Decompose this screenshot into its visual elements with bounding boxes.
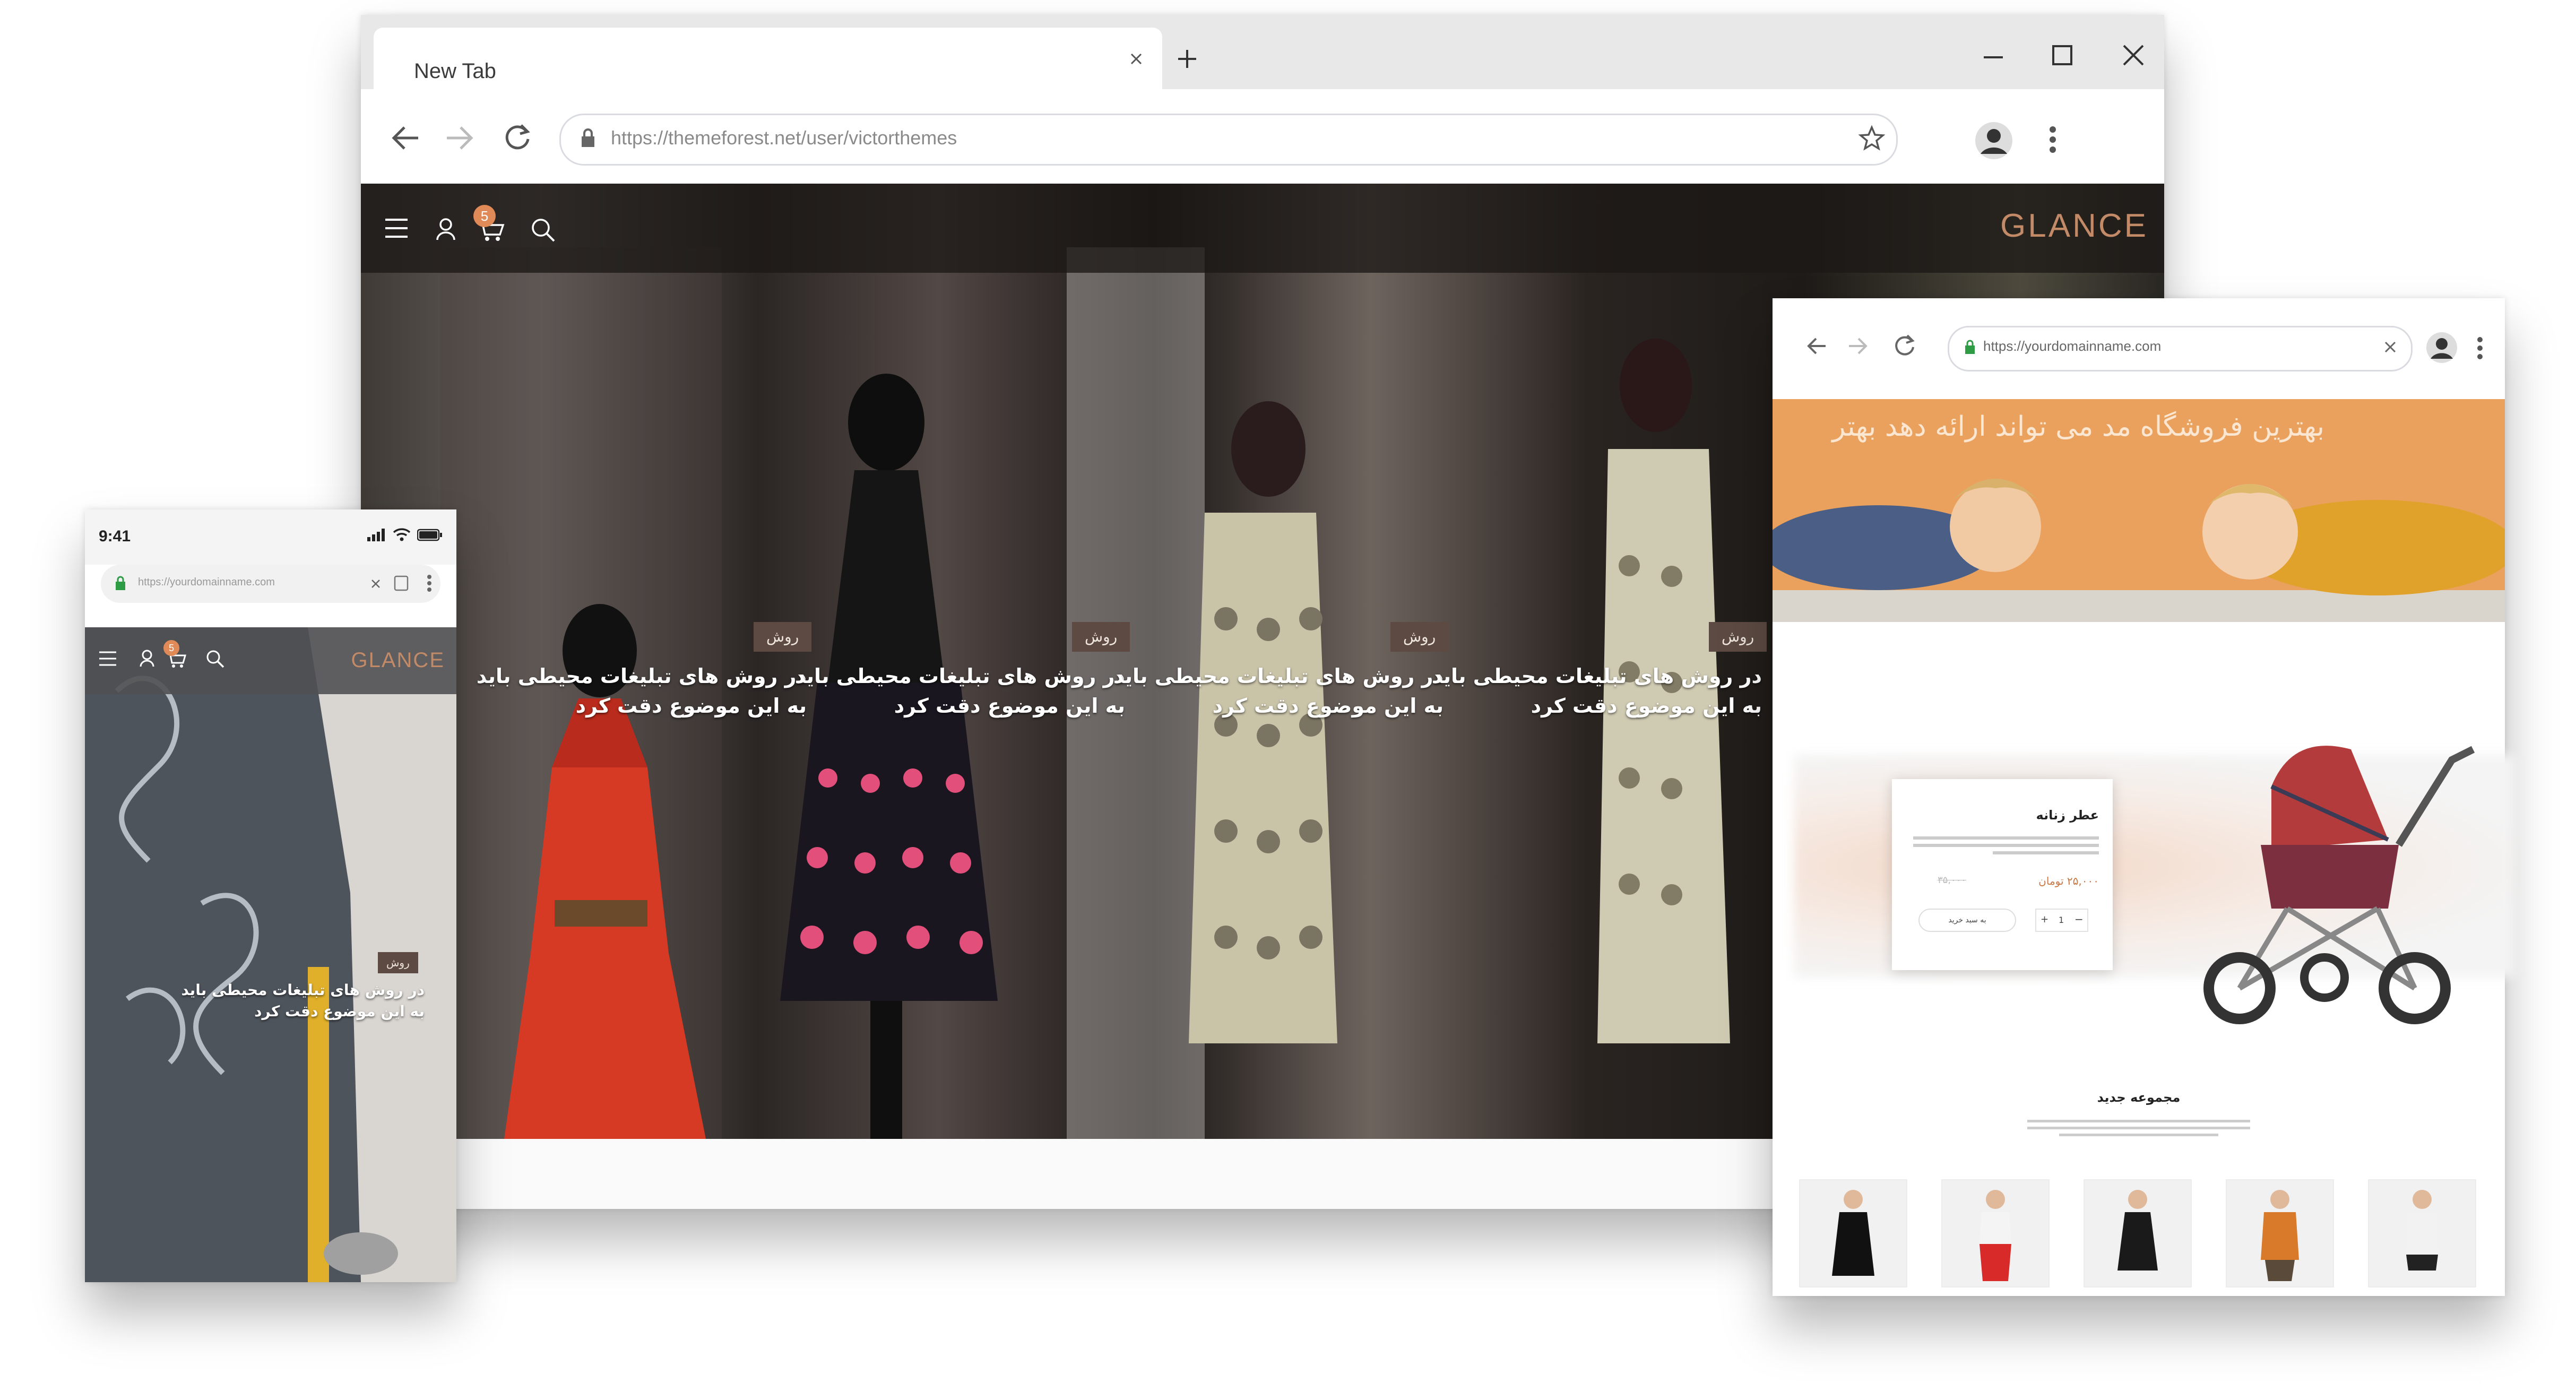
forward-icon[interactable] <box>1847 335 1870 357</box>
product-thumbnail[interactable] <box>1799 1179 1907 1287</box>
panel-4-tag[interactable]: روش <box>1709 622 1767 652</box>
address-bar[interactable]: https://themeforest.net/user/victortheme… <box>559 114 1898 166</box>
quantity-value: 1 <box>2059 915 2064 925</box>
panel-2-tag[interactable]: روش <box>1072 622 1130 652</box>
reload-icon[interactable] <box>502 122 533 153</box>
add-to-cart-button[interactable]: به سبد خرید <box>1918 909 2016 932</box>
caption-line: در روش های تبلیغات محیطی باید <box>476 664 807 688</box>
browser-menu-icon[interactable] <box>2476 336 2484 360</box>
profile-avatar-icon[interactable] <box>2425 331 2458 364</box>
caption-line: به این موضوع دقت کرد <box>1212 694 1443 718</box>
product-price: ۲۵,۰۰۰ تومان <box>2038 875 2099 887</box>
minus-icon[interactable]: − <box>2074 913 2084 926</box>
tab-strip: New Tab <box>361 15 2164 89</box>
caption-line: در روش های تبلیغات محیطی باید <box>1431 664 1762 688</box>
promo-banner[interactable]: بهترین فروشگاه مد می تواند ارائه دهد بهت… <box>1773 399 2505 622</box>
hamburger-menu-icon[interactable] <box>99 651 117 667</box>
product-old-price: ۳۵,۰۰۰ <box>1938 875 1967 886</box>
banner-headline: بهترین فروشگاه مد می تواند ارائه دهد بهت… <box>1832 411 2324 443</box>
new-tab-icon[interactable] <box>1174 46 1200 72</box>
browser-toolbar: https://themeforest.net/user/victortheme… <box>361 89 2164 185</box>
product-description <box>1913 832 2099 859</box>
lock-icon <box>115 575 126 591</box>
reload-icon[interactable] <box>1892 333 1917 358</box>
product-title[interactable]: عطر زنانه <box>2036 808 2099 823</box>
product-thumbnail[interactable] <box>2226 1179 2334 1287</box>
back-icon[interactable] <box>390 123 421 153</box>
mobile-caption-tag[interactable]: روش <box>378 952 418 973</box>
tab-title: New Tab <box>414 59 496 83</box>
quantity-stepper[interactable]: + 1 − <box>2035 909 2088 932</box>
user-icon[interactable] <box>139 650 155 668</box>
clear-url-icon[interactable] <box>370 578 381 589</box>
plus-icon[interactable]: + <box>2041 914 2048 925</box>
mobile-device: 9:41 https://yourdomainname.com 5 GLANCE… <box>85 509 456 1282</box>
panel-1-tag[interactable]: روش <box>754 622 812 652</box>
wifi-icon <box>393 528 411 541</box>
user-icon[interactable] <box>435 218 456 241</box>
browser-toolbar: https://yourdomainname.com <box>1773 298 2505 400</box>
close-window-icon[interactable] <box>2121 42 2146 68</box>
mobile-caption[interactable]: در روش های تبلیغات محیطی باید به این موض… <box>127 980 425 1022</box>
close-tab-icon[interactable] <box>1127 50 1145 68</box>
signal-icon <box>367 529 386 541</box>
mobile-url-text: https://yourdomainname.com <box>138 576 275 588</box>
site-logo[interactable]: GLANCE <box>351 649 445 672</box>
product-thumbnail[interactable] <box>2368 1179 2476 1287</box>
caption-line: به این موضوع دقت کرد <box>894 694 1125 718</box>
panel-3-tag[interactable]: روش <box>1390 622 1449 652</box>
tabs-icon[interactable] <box>394 575 409 591</box>
lock-icon <box>1964 339 1976 355</box>
status-time: 9:41 <box>99 528 131 545</box>
url-text: https://themeforest.net/user/victortheme… <box>611 127 957 149</box>
bookmark-star-icon[interactable] <box>1858 125 1886 152</box>
site-logo[interactable]: GLANCE <box>2000 207 2148 245</box>
caption-line: در روش های تبلیغات محیطی باید <box>1113 664 1443 688</box>
panel-4-caption[interactable]: در روش های تبلیغات محیطی باید به این موض… <box>1401 661 1762 721</box>
panel-3-caption[interactable]: در روش های تبلیغات محیطی باید به این موض… <box>1083 661 1443 721</box>
panel-1-caption[interactable]: در روش های تبلیغات محیطی باید به این موض… <box>446 661 807 721</box>
panel-2-caption[interactable]: در روش های تبلیغات محیطی باید به این موض… <box>764 661 1125 721</box>
url-text: https://yourdomainname.com <box>1983 338 2162 354</box>
product-thumbnail[interactable] <box>2084 1179 2192 1287</box>
caption-line: در روش های تبلیغات محیطی باید <box>181 981 425 999</box>
hamburger-menu-icon[interactable] <box>384 218 409 239</box>
caption-line: به این موضوع دقت کرد <box>254 1003 425 1020</box>
product-card[interactable]: عطر زنانه ۲۵,۰۰۰ تومان ۳۵,۰۰۰ به سبد خری… <box>1892 779 2113 970</box>
address-bar[interactable]: https://yourdomainname.com <box>1948 326 2413 371</box>
mobile-menu-icon[interactable] <box>427 574 432 592</box>
caption-line: به این موضوع دقت کرد <box>575 694 807 718</box>
profile-avatar-icon[interactable] <box>1974 121 2013 160</box>
secondary-browser-window: https://yourdomainname.com بهترین فروشگا… <box>1773 298 2516 1296</box>
maximize-icon[interactable] <box>2051 44 2074 67</box>
search-icon[interactable] <box>205 649 225 669</box>
minimize-icon[interactable] <box>1982 46 2005 69</box>
product-thumbnail[interactable] <box>1941 1179 2050 1287</box>
caption-line: به این موضوع دقت کرد <box>1531 694 1762 718</box>
section-description <box>2027 1116 2250 1140</box>
mobile-viewport: 5 GLANCE روش در روش های تبلیغات محیطی با… <box>85 627 456 1282</box>
cart-count-badge: 5 <box>473 205 496 227</box>
cart-count-badge: 5 <box>163 640 179 656</box>
caption-line: در روش های تبلیغات محیطی باید <box>794 664 1125 688</box>
back-icon[interactable] <box>1804 335 1828 357</box>
browser-menu-icon[interactable] <box>2048 125 2057 154</box>
section-title: مجموعه جدید <box>2097 1090 2181 1105</box>
search-icon[interactable] <box>530 217 556 243</box>
featured-product-section: عطر زنانه ۲۵,۰۰۰ تومان ۳۵,۰۰۰ به سبد خری… <box>1773 712 2516 1031</box>
clear-url-icon[interactable] <box>2383 340 2397 354</box>
mobile-address-bar[interactable]: https://yourdomainname.com <box>101 565 440 603</box>
lock-icon <box>580 128 596 148</box>
site-header: 5 GLANCE <box>361 184 2164 273</box>
battery-icon <box>417 529 443 541</box>
forward-icon[interactable] <box>444 123 476 153</box>
mobile-site-header: 5 GLANCE <box>85 627 456 694</box>
status-bar: 9:41 <box>85 509 456 565</box>
stroller-image[interactable] <box>2165 712 2494 1031</box>
browser-tab[interactable]: New Tab <box>374 28 1162 89</box>
